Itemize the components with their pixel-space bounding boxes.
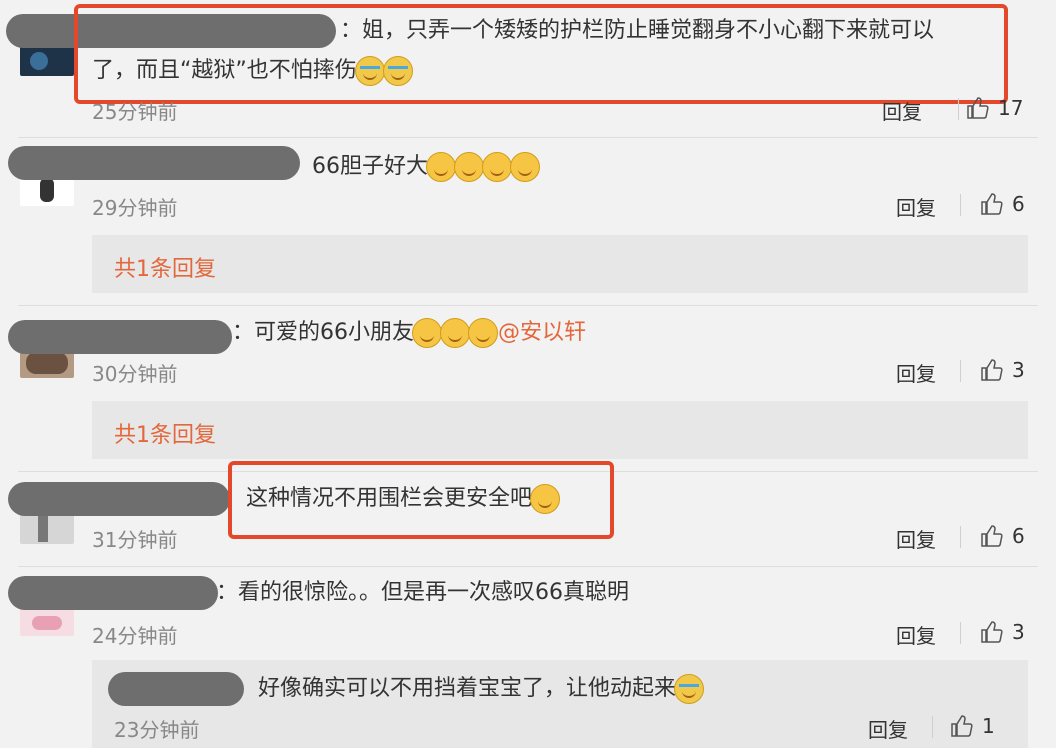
comment-prefix: ： <box>232 320 255 345</box>
separator <box>18 305 1038 306</box>
avatar[interactable] <box>20 176 74 206</box>
heart-face-emoji-icon <box>468 318 499 348</box>
replies-panel: 共1条回复 <box>92 401 1028 459</box>
like-button[interactable]: 3 <box>980 358 1025 382</box>
like-count: 3 <box>1012 620 1025 644</box>
replies-panel: 共1条回复 <box>92 235 1028 293</box>
highlight-box <box>228 461 614 539</box>
mention-link[interactable]: @安以轩 <box>498 320 586 345</box>
timestamp: 24分钟前 <box>92 624 178 648</box>
thumbs-up-icon <box>981 193 1003 215</box>
username-redacted[interactable] <box>108 672 244 706</box>
heart-face-emoji-icon <box>440 318 471 348</box>
view-replies-link[interactable]: 共1条回复 <box>114 251 216 283</box>
like-button[interactable]: 6 <box>980 524 1025 548</box>
timestamp: 23分钟前 <box>114 718 200 742</box>
timestamp: 30分钟前 <box>92 362 178 386</box>
like-count: 6 <box>1012 192 1025 216</box>
comment-text-line: 可爱的66小朋友 <box>254 320 415 345</box>
thumbs-up-icon <box>951 715 973 737</box>
comment-text: ：看的很惊险。。但是再一次感叹66真聪明 <box>216 574 629 612</box>
crying-laugh-emoji-icon <box>674 674 705 704</box>
timestamp: 31分钟前 <box>92 528 178 552</box>
heart-face-emoji-icon <box>412 318 443 348</box>
avatar[interactable] <box>20 606 74 636</box>
username-redacted[interactable] <box>8 482 230 516</box>
like-button[interactable]: 3 <box>980 620 1025 644</box>
covering-face-emoji-icon <box>510 152 540 182</box>
comment-text: ：可爱的66小朋友 @安以轩 <box>232 314 586 352</box>
reply-button[interactable]: 回复 <box>896 620 936 649</box>
divider <box>960 622 961 644</box>
covering-face-emoji-icon <box>454 152 484 182</box>
thumbs-up-icon <box>967 97 989 119</box>
reply-button[interactable]: 回复 <box>882 96 922 125</box>
covering-face-emoji-icon <box>426 152 456 182</box>
username-redacted[interactable] <box>8 576 218 610</box>
comment-prefix: ： <box>216 580 239 605</box>
reply-button[interactable]: 回复 <box>896 358 936 387</box>
thumbs-up-icon <box>981 359 1003 381</box>
covering-face-emoji-icon <box>482 152 512 182</box>
reply-text: 好像确实可以不用挡着宝宝了，让他动起来 <box>258 670 705 708</box>
like-count: 1 <box>982 714 995 738</box>
like-count: 17 <box>998 96 1024 120</box>
avatar[interactable] <box>20 514 74 544</box>
nested-reply-panel: 好像确实可以不用挡着宝宝了，让他动起来 23分钟前 回复 1 <box>92 660 1028 748</box>
like-button[interactable]: 17 <box>966 96 1023 120</box>
thumbs-up-icon <box>981 525 1003 547</box>
separator <box>18 137 1038 138</box>
avatar[interactable] <box>20 46 74 76</box>
separator <box>18 566 1038 567</box>
like-button[interactable]: 1 <box>950 714 995 738</box>
comment-text-line: 看的很惊险。。但是再一次感叹66真聪明 <box>238 580 630 605</box>
highlight-box <box>74 4 1008 104</box>
reply-text-line: 好像确实可以不用挡着宝宝了，让他动起来 <box>258 676 677 701</box>
divider <box>960 360 961 382</box>
divider <box>960 194 961 216</box>
comment-text: 66胆子好大 <box>312 148 540 186</box>
divider <box>932 716 933 738</box>
reply-button[interactable]: 回复 <box>868 714 908 743</box>
like-count: 6 <box>1012 524 1025 548</box>
like-button[interactable]: 6 <box>980 192 1025 216</box>
reply-button[interactable]: 回复 <box>896 192 936 221</box>
like-count: 3 <box>1012 358 1025 382</box>
username-redacted[interactable] <box>8 146 300 180</box>
view-replies-link[interactable]: 共1条回复 <box>114 417 216 449</box>
divider <box>960 526 961 548</box>
thumbs-up-icon <box>981 621 1003 643</box>
reply-button[interactable]: 回复 <box>896 524 936 553</box>
comment-text-line: 66胆子好大 <box>312 154 428 179</box>
timestamp: 25分钟前 <box>92 100 178 124</box>
timestamp: 29分钟前 <box>92 196 178 220</box>
username-redacted[interactable] <box>8 320 232 354</box>
divider <box>958 98 959 120</box>
